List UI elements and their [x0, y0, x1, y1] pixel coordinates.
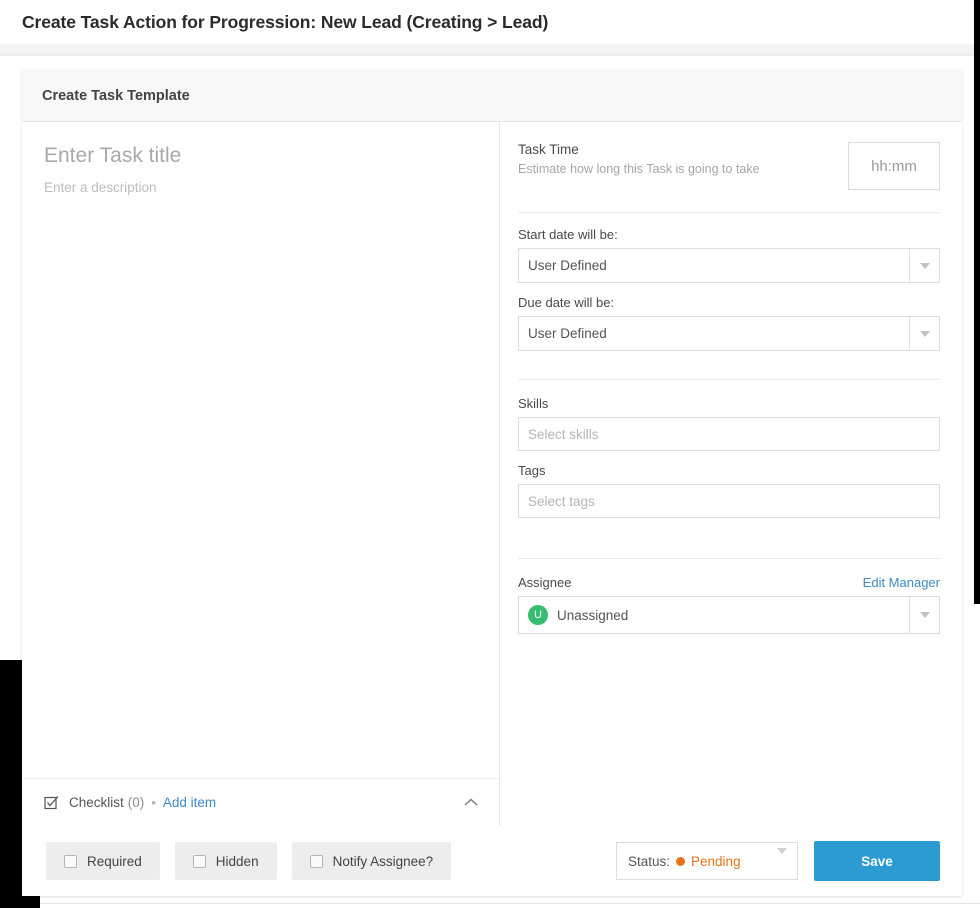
due-date-label: Due date will be:: [518, 295, 940, 310]
hidden-label: Hidden: [216, 854, 259, 869]
task-settings-pane: Task Time Estimate how long this Task is…: [500, 122, 962, 826]
start-date-value: User Defined: [519, 249, 909, 282]
task-content-pane: Checklist (0) • Add item: [22, 122, 500, 826]
checkbox-icon: [64, 855, 77, 868]
title-divider-strip: [0, 44, 980, 54]
create-task-template-card: Create Task Template Checklist: [22, 70, 962, 896]
chevron-up-icon[interactable]: [463, 797, 479, 808]
checklist-count: (0): [128, 795, 145, 810]
card-body: Checklist (0) • Add item Task Time: [22, 122, 962, 826]
start-date-select[interactable]: User Defined: [518, 248, 940, 283]
status-value: Pending: [691, 854, 741, 869]
status-dot-icon: [676, 857, 685, 866]
notify-assignee-checkbox-button[interactable]: Notify Assignee?: [292, 842, 452, 880]
chevron-down-icon[interactable]: [909, 249, 939, 282]
save-button[interactable]: Save: [814, 841, 940, 881]
start-date-label: Start date will be:: [518, 227, 940, 242]
status-prefix: Status:: [628, 854, 670, 869]
skills-input[interactable]: [518, 417, 940, 451]
add-item-link[interactable]: Add item: [163, 795, 216, 810]
tags-label: Tags: [518, 463, 940, 478]
divider-after-dates: [518, 379, 940, 380]
notify-assignee-label: Notify Assignee?: [333, 854, 434, 869]
edit-manager-link[interactable]: Edit Manager: [863, 575, 940, 590]
page-title: Create Task Action for Progression: New …: [0, 0, 980, 44]
app-root: Create Task Action for Progression: New …: [0, 0, 980, 908]
checklist-bar: Checklist (0) • Add item: [22, 778, 499, 826]
task-time-section: Task Time Estimate how long this Task is…: [518, 142, 940, 190]
chevron-down-icon[interactable]: [909, 317, 939, 350]
task-time-input[interactable]: [848, 142, 940, 190]
chevron-down-icon[interactable]: [777, 854, 787, 869]
assignee-label: Assignee: [518, 575, 571, 590]
divider-after-tags: [518, 558, 940, 559]
card-header: Create Task Template: [22, 70, 962, 122]
task-time-description: Estimate how long this Task is going to …: [518, 162, 760, 176]
required-checkbox-button[interactable]: Required: [46, 842, 160, 880]
checklist-separator: •: [151, 795, 156, 810]
bottom-divider: [40, 903, 980, 904]
screenshot-right-black-edge: [974, 0, 980, 604]
checkbox-checked-icon: [44, 795, 59, 810]
divider-after-task-time: [518, 212, 940, 213]
due-date-select[interactable]: User Defined: [518, 316, 940, 351]
task-title-input[interactable]: [44, 144, 477, 178]
assignee-select[interactable]: U Unassigned: [518, 596, 940, 634]
card-footer: Required Hidden Notify Assignee? Status:…: [22, 826, 962, 896]
assignee-header: Assignee Edit Manager: [518, 575, 940, 590]
chevron-down-icon[interactable]: [909, 597, 939, 633]
checklist-label: Checklist: [69, 795, 124, 810]
checkbox-icon: [193, 855, 206, 868]
task-time-text: Task Time Estimate how long this Task is…: [518, 142, 760, 176]
due-date-value: User Defined: [519, 317, 909, 350]
assignee-value: Unassigned: [557, 608, 628, 623]
skills-label: Skills: [518, 396, 940, 411]
tags-input[interactable]: [518, 484, 940, 518]
task-time-label: Task Time: [518, 142, 760, 157]
avatar: U: [528, 605, 548, 625]
hidden-checkbox-button[interactable]: Hidden: [175, 842, 277, 880]
status-select[interactable]: Status: Pending: [616, 842, 798, 880]
task-editor-area: [22, 122, 499, 778]
title-divider-line: [0, 54, 980, 56]
required-label: Required: [87, 854, 142, 869]
card-header-title: Create Task Template: [42, 88, 190, 104]
task-description-input[interactable]: [44, 178, 477, 738]
assignee-value-wrap: U Unassigned: [519, 597, 909, 633]
checkbox-icon: [310, 855, 323, 868]
